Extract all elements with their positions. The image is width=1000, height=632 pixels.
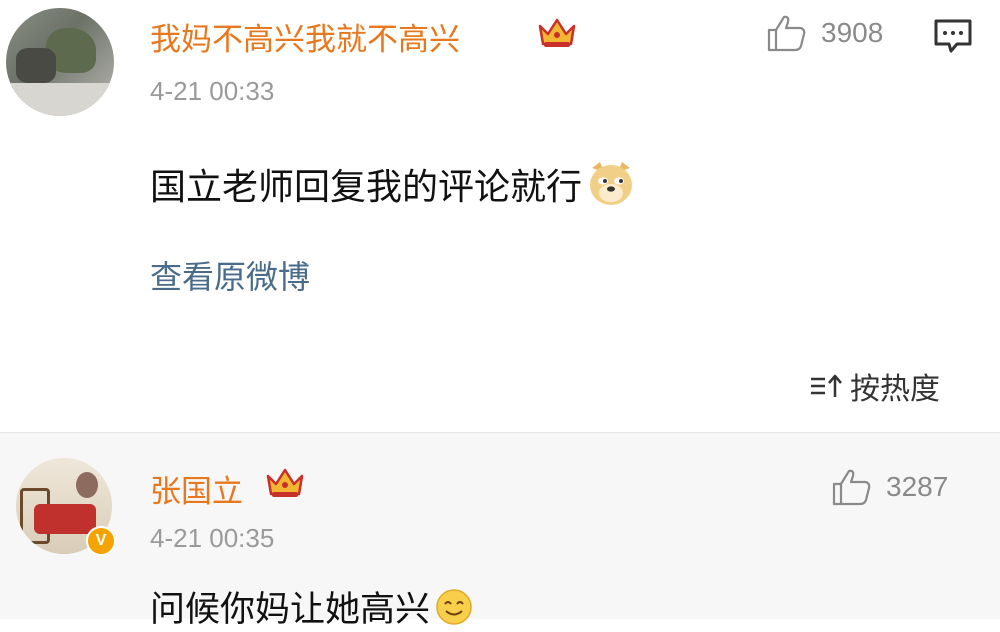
sort-icon — [811, 374, 842, 397]
comment-item: 我妈不高兴我就不高兴 4-21 00:33 3908 国立老师回复我的评论就行 — [0, 0, 1000, 432]
comment-timestamp: 4-21 00:33 — [150, 76, 275, 106]
sort-by-hot-button[interactable]: 按热度 — [808, 364, 940, 408]
view-original-link[interactable]: 查看原微博 — [150, 252, 310, 298]
reply-timestamp: 4-21 00:35 — [150, 523, 275, 553]
user-avatar[interactable] — [6, 8, 114, 116]
comment-text-body: 国立老师回复我的评论就行 — [150, 167, 583, 208]
reply-like-button[interactable]: 3287 — [830, 466, 948, 508]
comment-username[interactable]: 我妈不高兴我就不高兴 — [150, 14, 460, 59]
smile-emoji — [436, 588, 472, 625]
reply-like-count: 3287 — [886, 471, 949, 502]
doge-emoji — [590, 162, 633, 205]
verified-badge-icon: V — [86, 526, 116, 556]
crown-icon — [538, 18, 576, 47]
reply-comment-icon[interactable] — [932, 17, 974, 55]
thumbs-up-icon — [832, 469, 871, 506]
avatar-bg-sofa — [34, 504, 96, 534]
reply-username[interactable]: 张国立 — [150, 466, 243, 511]
like-count: 3908 — [821, 17, 884, 48]
avatar-bg-plant — [76, 472, 98, 498]
like-button[interactable]: 3908 — [765, 12, 883, 54]
reply-text: 问候你妈让她高兴 — [150, 581, 474, 632]
avatar-bg-figure — [16, 48, 56, 83]
crown-icon — [266, 468, 304, 497]
avatar-bg-ground — [6, 83, 114, 116]
thumbs-up-icon — [767, 15, 806, 52]
sort-label: 按热度 — [850, 372, 940, 407]
comment-text: 国立老师回复我的评论就行 — [150, 158, 636, 210]
reply-text-body: 问候你妈让她高兴 — [150, 590, 431, 630]
